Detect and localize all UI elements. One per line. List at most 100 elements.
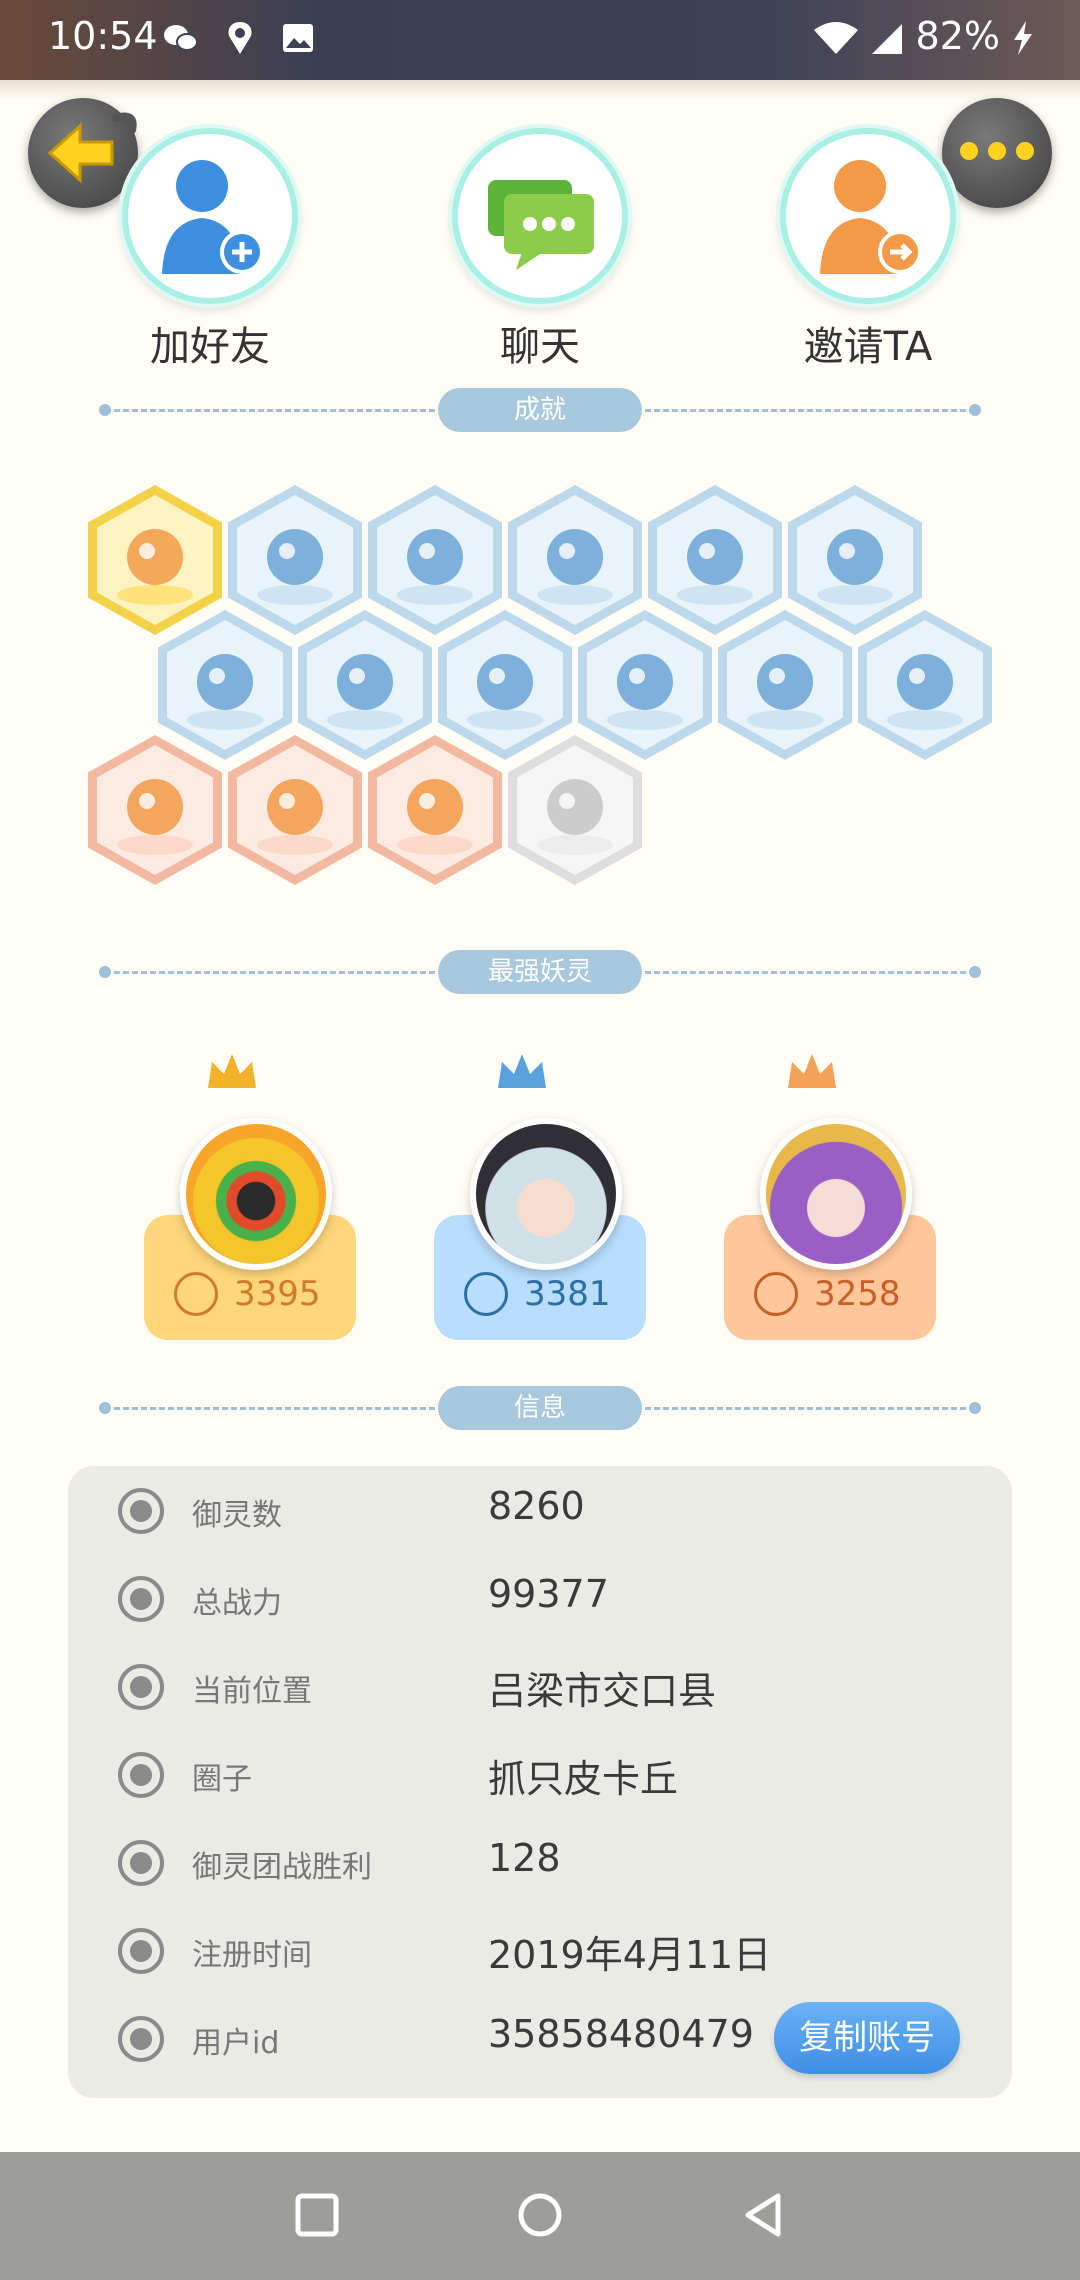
ling-power: 3258 xyxy=(754,1272,901,1316)
strongest-divider: 最强妖灵 xyxy=(99,948,981,998)
info-row-location: 当前位置 吕梁市交口县 xyxy=(68,1646,1012,1726)
ling-power: 3381 xyxy=(464,1272,611,1316)
info-title: 信息 xyxy=(438,1386,642,1430)
info-key: 注册时间 xyxy=(192,1938,312,1973)
achievement-badge[interactable] xyxy=(158,610,292,760)
cart-badge-icon xyxy=(97,745,213,875)
location-pin-icon xyxy=(228,22,252,54)
info-row-register-date: 注册时间 2019年4月11日 xyxy=(68,1910,1012,1990)
home-icon[interactable] xyxy=(515,2190,565,2240)
info-value: 8260 xyxy=(488,1484,585,1528)
header-band xyxy=(0,80,1080,100)
horned-badge-icon xyxy=(727,620,843,750)
achievement-badge[interactable] xyxy=(578,610,712,760)
sword-icon xyxy=(174,1272,218,1316)
wifi-icon xyxy=(814,22,858,54)
info-divider: 信息 xyxy=(99,1384,981,1434)
charging-icon xyxy=(1014,21,1032,55)
sneaker-badge-icon xyxy=(237,495,353,625)
achievement-badge[interactable] xyxy=(508,735,642,885)
blue-ling-portrait xyxy=(470,1118,622,1270)
add-friend-label: 加好友 xyxy=(150,324,270,370)
top-ling-2[interactable]: 3381 xyxy=(434,1050,646,1340)
crystal-badge-icon xyxy=(797,495,913,625)
achievement-badge[interactable] xyxy=(88,735,222,885)
info-value: 吕梁市交口县 xyxy=(488,1669,717,1713)
info-value[interactable]: 抓只皮卡丘 xyxy=(488,1748,678,1803)
status-time: 10:54 xyxy=(48,14,158,58)
top-ling-1[interactable]: 3395 xyxy=(144,1050,356,1340)
info-value: 128 xyxy=(488,1836,561,1880)
info-value: 99377 xyxy=(488,1572,609,1616)
ling-power-value: 3395 xyxy=(234,1274,321,1314)
ghost-badge-icon xyxy=(867,620,983,750)
achievement-badge[interactable] xyxy=(368,485,502,635)
clock-icon xyxy=(118,1928,164,1974)
achievement-badge[interactable] xyxy=(788,485,922,635)
id-card-icon xyxy=(118,2016,164,2062)
info-row-user-id: 用户id 35858480479 复制账号 xyxy=(68,1998,1012,2078)
info-key: 当前位置 xyxy=(192,1674,312,1709)
koi-badge-icon xyxy=(237,745,353,875)
achievement-badge[interactable] xyxy=(228,485,362,635)
orange-ling-portrait xyxy=(760,1118,912,1270)
achievements-title: 成就 xyxy=(438,388,642,432)
location-icon xyxy=(118,1664,164,1710)
gallery-icon xyxy=(283,24,313,52)
info-key: 御灵数 xyxy=(192,1498,282,1533)
add-friend-button[interactable]: 加好友 xyxy=(100,128,320,372)
shield-badge-icon xyxy=(377,745,493,875)
orange-crown-icon xyxy=(788,1054,836,1088)
info-key: 御灵团战胜利 xyxy=(192,1850,372,1885)
info-value: 2019年4月11日 xyxy=(488,1933,772,1977)
achievement-badge[interactable] xyxy=(508,485,642,635)
battery-percent: 82% xyxy=(915,14,1000,58)
info-key: 总战力 xyxy=(192,1586,282,1621)
circle-icon xyxy=(118,1752,164,1798)
back-nav-icon[interactable] xyxy=(738,2190,788,2240)
ling-power: 3395 xyxy=(174,1272,321,1316)
signal-icon xyxy=(872,24,902,54)
sword-icon xyxy=(754,1272,798,1316)
achievement-badge[interactable] xyxy=(718,610,852,760)
gold-crown-icon xyxy=(208,1054,256,1088)
book-badge-icon xyxy=(517,745,633,875)
wechat-icon xyxy=(164,25,198,51)
moon-badge-icon xyxy=(517,495,633,625)
add-friend-icon xyxy=(122,128,298,304)
info-row-circle[interactable]: 圈子 抓只皮卡丘 xyxy=(68,1734,1012,1814)
info-key: 用户id xyxy=(192,2026,280,2061)
status-bar: 10:54 82% xyxy=(0,0,1080,80)
info-row-victories: 御灵团战胜利 128 xyxy=(68,1822,1012,1902)
cat-badge-icon xyxy=(447,620,563,750)
invite-button[interactable]: 邀请TA xyxy=(758,128,978,372)
achievement-badge[interactable] xyxy=(858,610,992,760)
info-value: 35858480479 xyxy=(488,2012,754,2056)
strongest-title: 最强妖灵 xyxy=(438,950,642,994)
creature-badge-icon xyxy=(307,620,423,750)
achievement-badge[interactable] xyxy=(648,485,782,635)
chat-label: 聊天 xyxy=(500,324,580,370)
blue-crown-icon xyxy=(498,1054,546,1088)
orb-badge-icon xyxy=(657,495,773,625)
achievement-badge[interactable] xyxy=(88,485,222,635)
chat-icon xyxy=(452,128,628,304)
recents-icon[interactable] xyxy=(292,2190,342,2240)
invite-label: 邀请TA xyxy=(803,324,933,370)
invite-icon xyxy=(780,128,956,304)
achievement-badge[interactable] xyxy=(298,610,432,760)
top-ling-3[interactable]: 3258 xyxy=(724,1050,936,1340)
gold-ling-portrait xyxy=(180,1118,332,1270)
achievement-badge[interactable] xyxy=(438,610,572,760)
victory-icon xyxy=(118,1840,164,1886)
yinyang-badge-icon xyxy=(587,620,703,750)
achievement-badge[interactable] xyxy=(228,735,362,885)
sword-icon xyxy=(118,1576,164,1622)
copy-account-button[interactable]: 复制账号 xyxy=(774,2002,960,2074)
achievement-badge[interactable] xyxy=(368,735,502,885)
yinyang-wave-badge-icon xyxy=(167,620,283,750)
spirit-count-icon xyxy=(118,1488,164,1534)
chat-button[interactable]: 聊天 xyxy=(430,128,650,372)
sword-icon xyxy=(464,1272,508,1316)
navigation-bar xyxy=(0,2152,1080,2280)
